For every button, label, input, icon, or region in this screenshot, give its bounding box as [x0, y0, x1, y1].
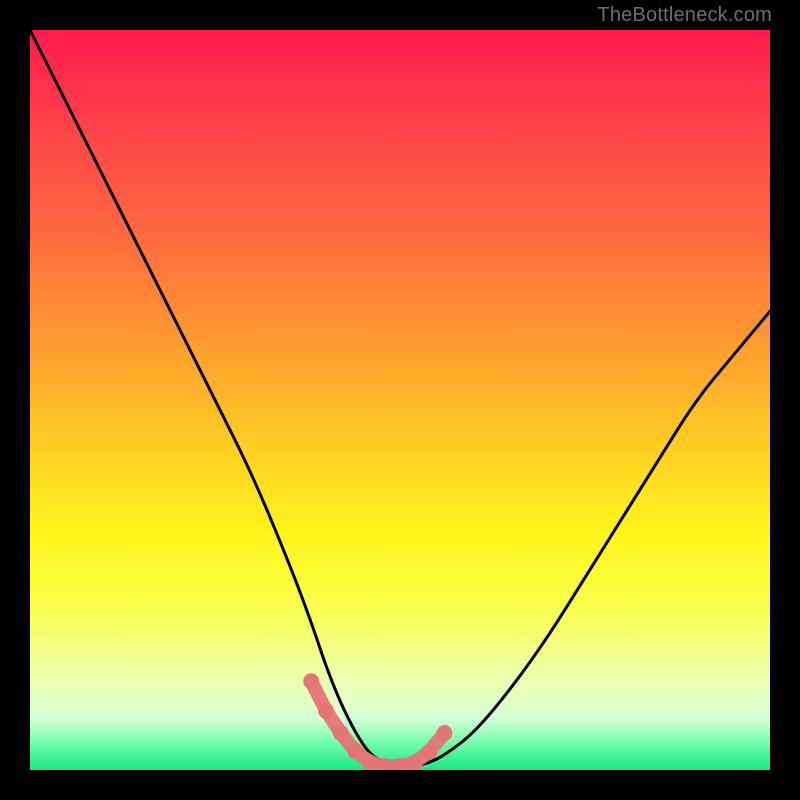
- pink-dots: [303, 673, 452, 770]
- watermark-text: TheBottleneck.com: [597, 4, 772, 27]
- chart-stage: TheBottleneck.com: [0, 0, 800, 800]
- curve-layer: [30, 30, 770, 770]
- plot-area: [30, 30, 770, 770]
- black-curve: [30, 30, 770, 766]
